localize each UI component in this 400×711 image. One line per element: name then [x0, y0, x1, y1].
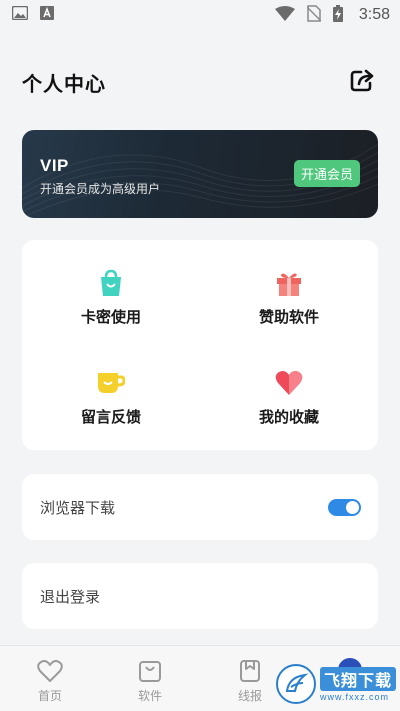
logout-label: 退出登录 — [40, 587, 101, 606]
open-membership-button[interactable]: 开通会员 — [293, 160, 360, 187]
grid-item-label: 赞助软件 — [258, 308, 319, 326]
browser-download-toggle[interactable] — [328, 498, 361, 516]
header: 个人中心 — [22, 66, 378, 98]
watermark-text: 飞翔下载 — [320, 666, 397, 691]
image-icon — [11, 5, 29, 24]
share-icon — [350, 68, 376, 96]
grid-item-feedback[interactable]: 留言反馈 — [22, 342, 200, 442]
shopping-bag-icon — [96, 268, 126, 298]
status-bar: 3:58 — [0, 0, 400, 30]
page-title: 个人中心 — [22, 71, 106, 96]
heart-icon — [274, 368, 304, 398]
heart-outline-icon — [37, 658, 63, 684]
logout-row[interactable]: 退出登录 — [22, 563, 378, 629]
tab-label: 软件 — [137, 689, 162, 703]
bag-outline-icon — [137, 658, 163, 684]
vip-card[interactable]: VIP 开通会员成为高级用户 开通会员 — [22, 130, 378, 218]
battery-charging-icon — [332, 4, 343, 26]
status-time: 3:58 — [358, 6, 390, 23]
vip-subtitle: 开通会员成为高级用户 — [40, 182, 161, 196]
watermark-logo — [276, 664, 316, 704]
grid-item-card-key[interactable]: 卡密使用 — [22, 242, 200, 342]
wifi-icon — [274, 5, 295, 25]
tab-label: 首页 — [37, 689, 62, 703]
tab-home[interactable]: 首页 — [0, 646, 100, 711]
grid-item-sponsor[interactable]: 赞助软件 — [200, 242, 378, 342]
font-a-icon — [40, 6, 54, 24]
share-button[interactable] — [348, 67, 378, 97]
browser-download-row: 浏览器下载 — [22, 474, 378, 540]
grid-item-label: 卡密使用 — [80, 308, 141, 326]
feature-grid: 卡密使用 赞助软件 留言反馈 我的收藏 — [22, 240, 378, 450]
tab-label: 线报 — [237, 689, 262, 703]
tab-software[interactable]: 软件 — [100, 646, 200, 711]
grid-item-label: 我的收藏 — [258, 408, 319, 426]
coffee-cup-icon — [96, 368, 126, 398]
grid-item-label: 留言反馈 — [80, 408, 141, 426]
gift-icon — [274, 268, 304, 298]
no-sim-icon — [306, 4, 322, 26]
bookmark-outline-icon — [237, 658, 263, 684]
site-watermark: 飞翔下载 www.fxxz.com — [276, 660, 400, 708]
grid-item-favorites[interactable]: 我的收藏 — [200, 342, 378, 442]
browser-download-label: 浏览器下载 — [40, 498, 116, 517]
watermark-url: www.fxxz.com — [320, 691, 390, 702]
vip-title: VIP — [40, 156, 69, 175]
